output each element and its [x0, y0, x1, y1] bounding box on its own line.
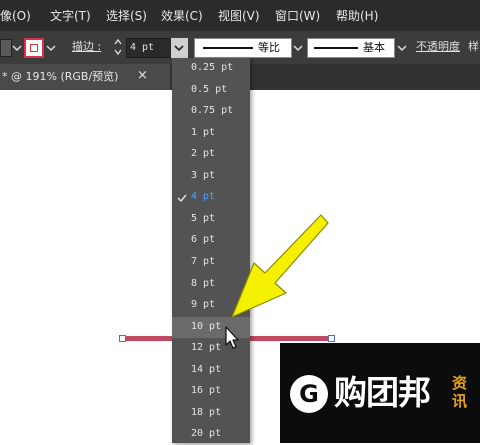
stroke-weight-input[interactable]: 4 pt	[126, 38, 172, 58]
close-icon[interactable]: ×	[137, 69, 148, 83]
watermark-tag-2: 讯	[452, 392, 468, 410]
chevron-down-icon[interactable]	[293, 43, 303, 53]
stroke-weight-dropdown-button[interactable]	[171, 38, 188, 58]
menu-help[interactable]: 帮助(H)	[336, 8, 378, 24]
dropdown-option[interactable]: 0.25 pt	[172, 58, 250, 79]
profile-line	[203, 47, 253, 49]
watermark: G 购团邦 资 讯	[280, 343, 480, 443]
menu-bar: 像(O) 文字(T) 选择(S) 效果(C) 视图(V) 窗口(W) 帮助(H)	[0, 0, 480, 31]
dropdown-option-label: 1 pt	[191, 126, 216, 138]
dropdown-option-label: 0.5 pt	[191, 83, 228, 95]
dropdown-option[interactable]: 14 pt	[172, 360, 250, 381]
menu-view[interactable]: 视图(V)	[218, 8, 260, 24]
dropdown-option[interactable]: 2 pt	[172, 144, 250, 165]
watermark-logo: G	[290, 375, 328, 413]
dropdown-option[interactable]: 0.5 pt	[172, 80, 250, 101]
dropdown-option-label: 4 pt	[191, 191, 216, 203]
stroke-weight-value: 4 pt	[130, 42, 155, 53]
dropdown-option-label: 10 pt	[191, 320, 222, 332]
dropdown-option-label: 9 pt	[191, 299, 216, 311]
dropdown-option-label: 6 pt	[191, 234, 216, 246]
stroke-label[interactable]: 描边 :	[72, 40, 101, 54]
watermark-tag-1: 资	[452, 374, 468, 392]
chevron-down-icon	[174, 45, 184, 52]
stroke-swatch-inner	[30, 44, 38, 52]
anchor-point-right[interactable]	[328, 335, 335, 342]
checkmark-icon	[177, 194, 187, 203]
brush-label: 基本	[363, 41, 385, 54]
document-tab[interactable]: * @ 191% (RGB/预览) ×	[0, 64, 170, 90]
watermark-brand: 购团邦	[334, 373, 431, 412]
brush-line	[314, 47, 358, 49]
watermark-logo-letter: G	[299, 380, 319, 408]
fill-swatch[interactable]	[0, 39, 12, 57]
dropdown-option-label: 16 pt	[191, 385, 222, 397]
menu-type[interactable]: 文字(T)	[50, 8, 91, 24]
dropdown-option[interactable]: 1 pt	[172, 123, 250, 144]
chevron-down-icon[interactable]	[12, 43, 22, 53]
document-tab-title: * @ 191% (RGB/预览)	[2, 70, 119, 83]
mouse-cursor-icon	[225, 326, 239, 349]
dropdown-option-label: 0.25 pt	[191, 62, 234, 73]
dropdown-option[interactable]: 16 pt	[172, 381, 250, 402]
brush-definition[interactable]: 基本	[307, 38, 395, 58]
menu-object[interactable]: 像(O)	[0, 8, 31, 24]
variable-width-profile[interactable]: 等比	[194, 38, 292, 58]
stroke-swatch[interactable]	[24, 38, 44, 58]
dropdown-option[interactable]: 3 pt	[172, 166, 250, 187]
menu-select[interactable]: 选择(S)	[106, 8, 147, 24]
dropdown-option-label: 0.75 pt	[191, 105, 234, 117]
profile-label: 等比	[258, 41, 280, 54]
stroke-spinner-icon[interactable]	[113, 37, 123, 57]
dropdown-option-label: 14 pt	[191, 363, 222, 375]
anchor-point-left[interactable]	[119, 335, 126, 342]
dropdown-option-label: 18 pt	[191, 406, 222, 418]
yellow-arrow-icon	[231, 214, 329, 318]
chevron-down-icon[interactable]	[46, 43, 56, 53]
menu-window[interactable]: 窗口(W)	[275, 8, 320, 24]
dropdown-option-label: 7 pt	[191, 255, 216, 267]
style-label[interactable]: 样	[468, 40, 479, 54]
dropdown-option-label: 2 pt	[191, 148, 216, 160]
menu-effect[interactable]: 效果(C)	[161, 8, 203, 24]
dropdown-option-label: 5 pt	[191, 212, 216, 224]
dropdown-option-label: 20 pt	[191, 428, 222, 440]
opacity-label[interactable]: 不透明度	[416, 40, 460, 54]
dropdown-option-label: 3 pt	[191, 169, 216, 181]
chevron-down-icon[interactable]	[397, 43, 407, 53]
dropdown-option[interactable]: 18 pt	[172, 403, 250, 424]
dropdown-option-label: 12 pt	[191, 342, 222, 354]
dropdown-option[interactable]: 0.75 pt	[172, 101, 250, 122]
dropdown-option[interactable]: 20 pt	[172, 424, 250, 445]
dropdown-option-label: 8 pt	[191, 277, 216, 289]
